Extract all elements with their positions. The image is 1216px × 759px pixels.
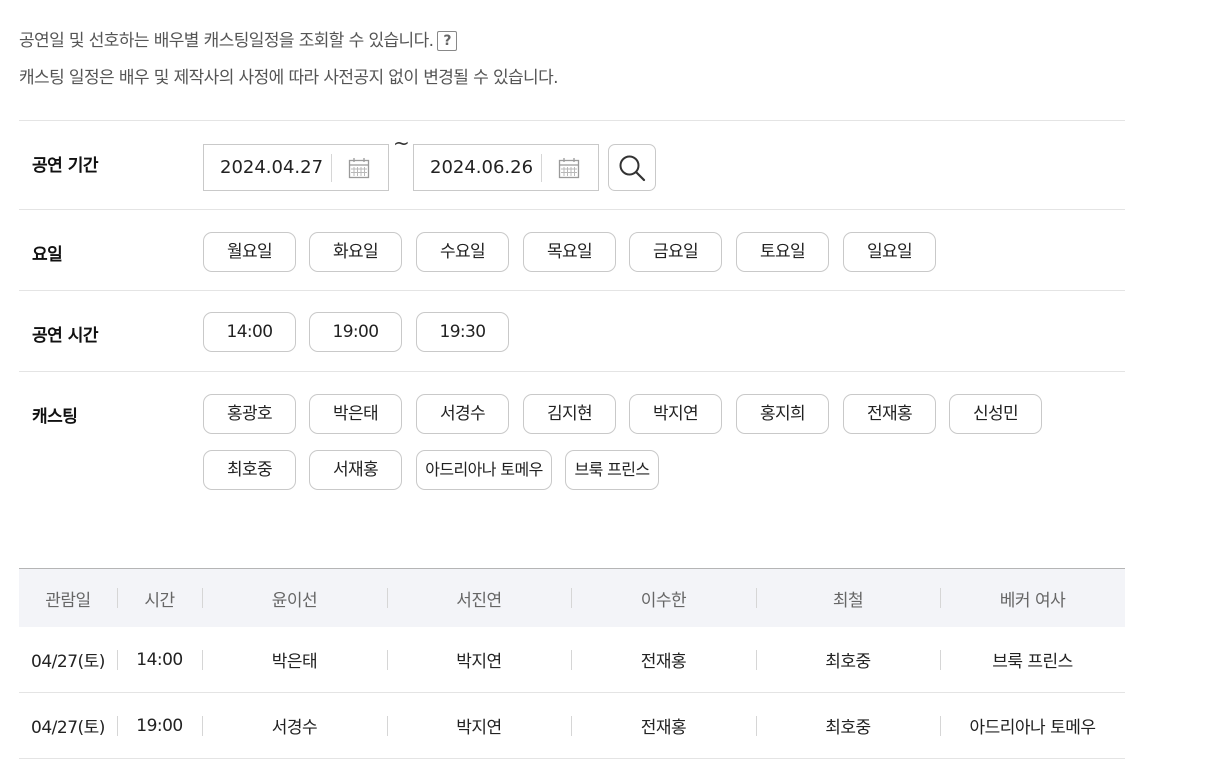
table-row: 04/27(토) 19:00 서경수 박지연 전재홍 최호중 아드리아나 토메우: [19, 692, 1125, 759]
calendar-icon[interactable]: [348, 157, 370, 179]
date-divider: [331, 154, 332, 182]
cast-chip[interactable]: 김지현: [523, 394, 616, 434]
casting-row: 캐스팅 홍광호 박은태 서경수 김지현 박지연 홍지희 전재홍 신성민 최호중 …: [19, 372, 1125, 512]
cast-chip[interactable]: 신성민: [949, 394, 1042, 434]
header-time: 시간: [117, 568, 202, 627]
end-date-value: 2024.06.26: [430, 157, 534, 178]
table-cell: 아드리아나 토메우: [940, 692, 1125, 759]
end-date-field[interactable]: 2024.06.26: [413, 144, 599, 191]
table-cell: 최호중: [756, 627, 940, 693]
cast-chip[interactable]: 최호중: [203, 450, 296, 490]
table-cell: 전재홍: [571, 627, 756, 693]
table-cell: 브룩 프린스: [940, 627, 1125, 693]
header-role: 베커 여사: [940, 568, 1125, 627]
table-header-row: 관람일 시간 윤이선 서진연 이수한 최철 베커 여사: [19, 568, 1125, 627]
filter-panel: 공연 기간 2024.04.27 ~ 2024.06.26 요일 월요일 화요일…: [19, 120, 1125, 512]
cast-chip[interactable]: 전재홍: [843, 394, 936, 434]
time-chip[interactable]: 19:00: [309, 312, 402, 352]
weekday-row: 요일 월요일 화요일 수요일 목요일 금요일 토요일 일요일: [19, 210, 1125, 291]
cast-chip[interactable]: 서경수: [416, 394, 509, 434]
show-date-link[interactable]: 04/27(토): [19, 627, 117, 693]
search-button[interactable]: [608, 144, 656, 191]
weekday-chip-thu[interactable]: 목요일: [523, 232, 616, 272]
cast-chip[interactable]: 아드리아나 토메우: [416, 450, 552, 490]
time-row: 공연 시간 14:00 19:00 19:30: [19, 291, 1125, 372]
table-cell: 박지연: [387, 627, 571, 693]
help-icon[interactable]: ?: [437, 31, 458, 51]
header-role: 서진연: [387, 568, 571, 627]
cast-chip[interactable]: 박지연: [629, 394, 722, 434]
search-icon: [619, 155, 646, 182]
table-row: 04/27(토) 14:00 박은태 박지연 전재홍 최호중 브룩 프린스: [19, 627, 1125, 693]
header-role: 윤이선: [202, 568, 387, 627]
weekday-chip-sat[interactable]: 토요일: [736, 232, 829, 272]
header-role: 이수한: [571, 568, 756, 627]
weekday-chip-fri[interactable]: 금요일: [629, 232, 722, 272]
intro-text-2: 캐스팅 일정은 배우 및 제작사의 사정에 따라 사전공지 없이 변경될 수 있…: [19, 68, 559, 88]
start-date-field[interactable]: 2024.04.27: [203, 144, 389, 191]
start-date-value: 2024.04.27: [220, 157, 324, 178]
table-cell: 서경수: [202, 692, 387, 759]
time-chip[interactable]: 19:30: [416, 312, 509, 352]
weekday-chip-sun[interactable]: 일요일: [843, 232, 936, 272]
weekday-label: 요일: [32, 245, 63, 265]
cast-chip[interactable]: 홍지희: [736, 394, 829, 434]
time-chip[interactable]: 14:00: [203, 312, 296, 352]
period-row: 공연 기간 2024.04.27 ~ 2024.06.26: [19, 121, 1125, 210]
table-cell: 박은태: [202, 627, 387, 693]
weekday-chip-wed[interactable]: 수요일: [416, 232, 509, 272]
casting-label: 캐스팅: [32, 407, 78, 427]
weekday-chip-mon[interactable]: 월요일: [203, 232, 296, 272]
date-divider: [541, 154, 542, 182]
cast-chip[interactable]: 홍광호: [203, 394, 296, 434]
table-cell: 14:00: [117, 627, 202, 693]
calendar-icon[interactable]: [558, 157, 580, 179]
date-range-separator: ~: [393, 131, 410, 155]
header-role: 최철: [756, 568, 940, 627]
period-label: 공연 기간: [32, 156, 98, 176]
cast-chip[interactable]: 박은태: [309, 394, 402, 434]
cast-chip[interactable]: 브룩 프린스: [565, 450, 659, 490]
table-cell: 전재홍: [571, 692, 756, 759]
table-cell: 최호중: [756, 692, 940, 759]
weekday-chip-tue[interactable]: 화요일: [309, 232, 402, 272]
table-cell: 박지연: [387, 692, 571, 759]
table-cell: 19:00: [117, 692, 202, 759]
intro-text-1: 공연일 및 선호하는 배우별 캐스팅일정을 조회할 수 있습니다.?: [19, 26, 458, 51]
header-date: 관람일: [19, 568, 117, 627]
schedule-table: 관람일 시간 윤이선 서진연 이수한 최철 베커 여사 04/27(토) 14:…: [19, 568, 1125, 759]
time-label: 공연 시간: [32, 326, 98, 346]
show-date-link[interactable]: 04/27(토): [19, 692, 117, 759]
intro-line1: 공연일 및 선호하는 배우별 캐스팅일정을 조회할 수 있습니다.: [19, 31, 434, 51]
cast-chip[interactable]: 서재홍: [309, 450, 402, 490]
